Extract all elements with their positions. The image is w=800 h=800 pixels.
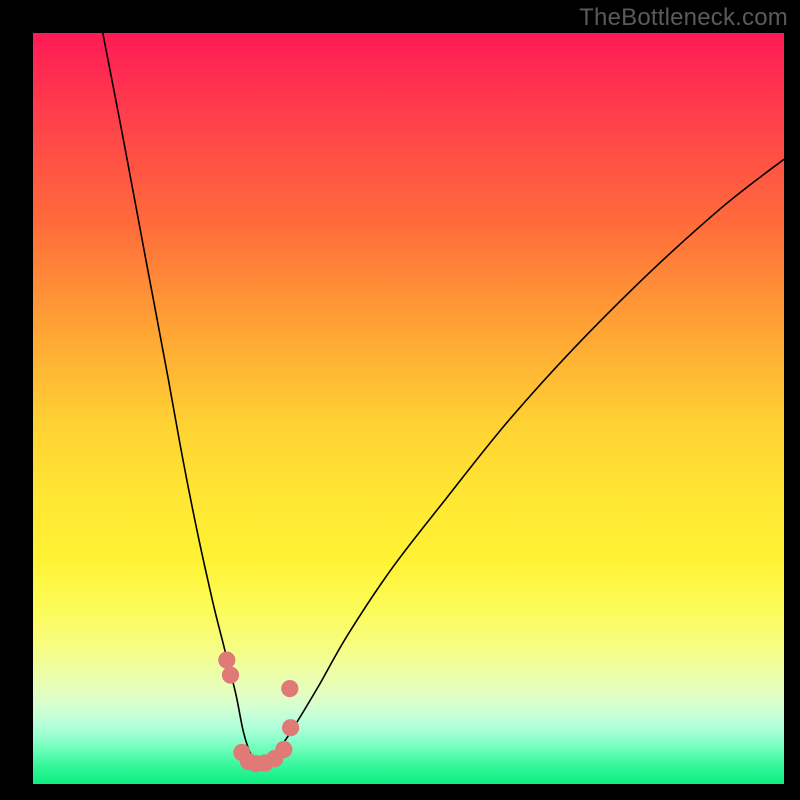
- chart-svg: [33, 33, 784, 784]
- data-marker: [218, 652, 235, 669]
- bottleneck-curve: [103, 33, 784, 762]
- data-marker: [222, 667, 239, 684]
- data-marker: [282, 719, 299, 736]
- chart-frame: TheBottleneck.com: [0, 0, 800, 800]
- data-marker: [275, 741, 292, 758]
- marker-group: [218, 652, 299, 773]
- data-marker: [281, 680, 298, 697]
- plot-area: [33, 33, 784, 784]
- watermark-text: TheBottleneck.com: [579, 4, 788, 32]
